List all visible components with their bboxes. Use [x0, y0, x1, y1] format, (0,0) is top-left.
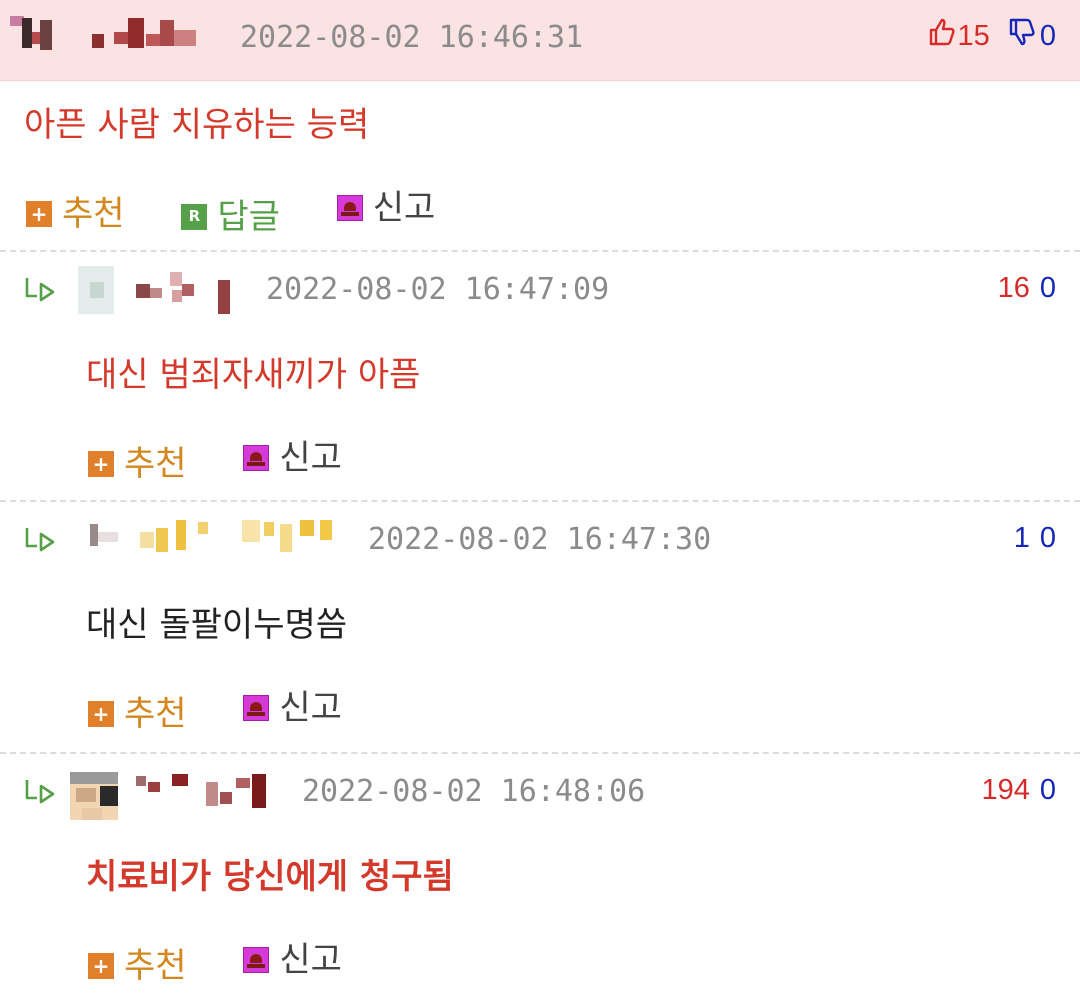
comment-text: 대신 범죄자새끼가 아픔	[86, 355, 421, 395]
report-button[interactable]: 신고	[243, 436, 342, 480]
plus-icon: +	[88, 701, 114, 727]
recommend-button[interactable]: + 추천	[26, 192, 125, 236]
report-label: 신고	[279, 688, 342, 728]
reply-arrow-icon	[24, 526, 60, 554]
comment-text: 대신 돌팔이누명씀	[86, 605, 348, 645]
plus-icon: +	[88, 953, 114, 979]
author-name-blurred[interactable]	[84, 518, 338, 558]
author-name-blurred[interactable]	[78, 266, 238, 316]
downvote-count: 0	[1039, 272, 1056, 304]
report-button[interactable]: 신고	[336, 186, 436, 230]
recommend-label: 추천	[124, 946, 187, 986]
report-alarm-icon	[243, 695, 270, 721]
report-label: 신고	[372, 188, 436, 228]
report-alarm-icon	[243, 947, 270, 973]
recommend-label: 추천	[62, 194, 125, 234]
recommend-button[interactable]: + 추천	[88, 442, 187, 486]
author-name-blurred[interactable]	[136, 772, 272, 812]
comment-timestamp: 2022-08-02 16:48:06	[302, 774, 646, 809]
comment-actions: + 추천 신고	[88, 686, 388, 734]
recommend-button[interactable]: + 추천	[88, 692, 187, 736]
thumbs-down-icon[interactable]	[1008, 17, 1036, 58]
comment-actions: + 추천 신고	[88, 436, 388, 484]
reply-button[interactable]: R 답글	[181, 195, 280, 239]
recommend-button[interactable]: + 추천	[88, 944, 187, 988]
report-button[interactable]: 신고	[243, 938, 342, 982]
reply-arrow-icon	[24, 778, 60, 806]
reply-icon: R	[181, 203, 208, 230]
report-label: 신고	[279, 438, 342, 478]
upvote-count: 15	[957, 20, 990, 52]
comment-1: 2022-08-02 16:46:31 15 0 아픈 사람 치유하는 능력 +…	[0, 0, 1080, 250]
upvote-count: 16	[997, 272, 1030, 304]
vote-counts: 16 0	[998, 268, 1056, 308]
vote-counts: 194 0	[981, 770, 1056, 810]
author-name-blurred[interactable]	[10, 14, 200, 54]
comment-3: 2022-08-02 16:47:30 10 대신 돌팔이누명씀 + 추천 신고	[0, 502, 1080, 752]
downvote-count: 0	[1039, 774, 1056, 806]
report-button[interactable]: 신고	[243, 686, 342, 730]
comment-header: 2022-08-02 16:46:31 15 0	[0, 0, 1080, 81]
comment-text: 치료비가 당신에게 청구됨	[86, 857, 454, 897]
vote-counts: 15 0	[928, 16, 1056, 58]
comment-text: 아픈 사람 치유하는 능력	[24, 105, 370, 145]
comment-timestamp: 2022-08-02 16:47:09	[266, 272, 610, 307]
comment-timestamp: 2022-08-02 16:47:30	[368, 522, 712, 557]
comment-timestamp: 2022-08-02 16:46:31	[240, 20, 584, 55]
comment-actions: + 추천 신고	[88, 938, 388, 986]
author-avatar-blurred[interactable]	[70, 772, 118, 820]
recommend-label: 추천	[124, 694, 187, 734]
comment-actions: + 추천 R 답글 신고	[26, 186, 481, 237]
report-label: 신고	[279, 940, 342, 980]
downvote-count: 0	[1039, 522, 1056, 554]
reply-label: 답글	[217, 196, 280, 237]
vote-counts: 10	[1014, 518, 1056, 558]
thumbs-up-icon[interactable]	[928, 17, 956, 58]
plus-icon: +	[26, 201, 52, 227]
upvote-count: 1	[1013, 522, 1030, 554]
comment-2: 2022-08-02 16:47:09 16 0 대신 범죄자새끼가 아픔 + 추…	[0, 252, 1080, 500]
reply-arrow-icon	[24, 276, 60, 304]
recommend-label: 추천	[124, 444, 187, 484]
plus-icon: +	[88, 451, 114, 477]
report-alarm-icon	[336, 195, 363, 221]
report-alarm-icon	[243, 445, 270, 471]
downvote-count: 0	[1039, 20, 1056, 52]
comment-4: 2022-08-02 16:48:06 194 0 치료비가 당신에게 청구됨 +…	[0, 754, 1080, 1002]
upvote-count: 194	[981, 774, 1030, 806]
